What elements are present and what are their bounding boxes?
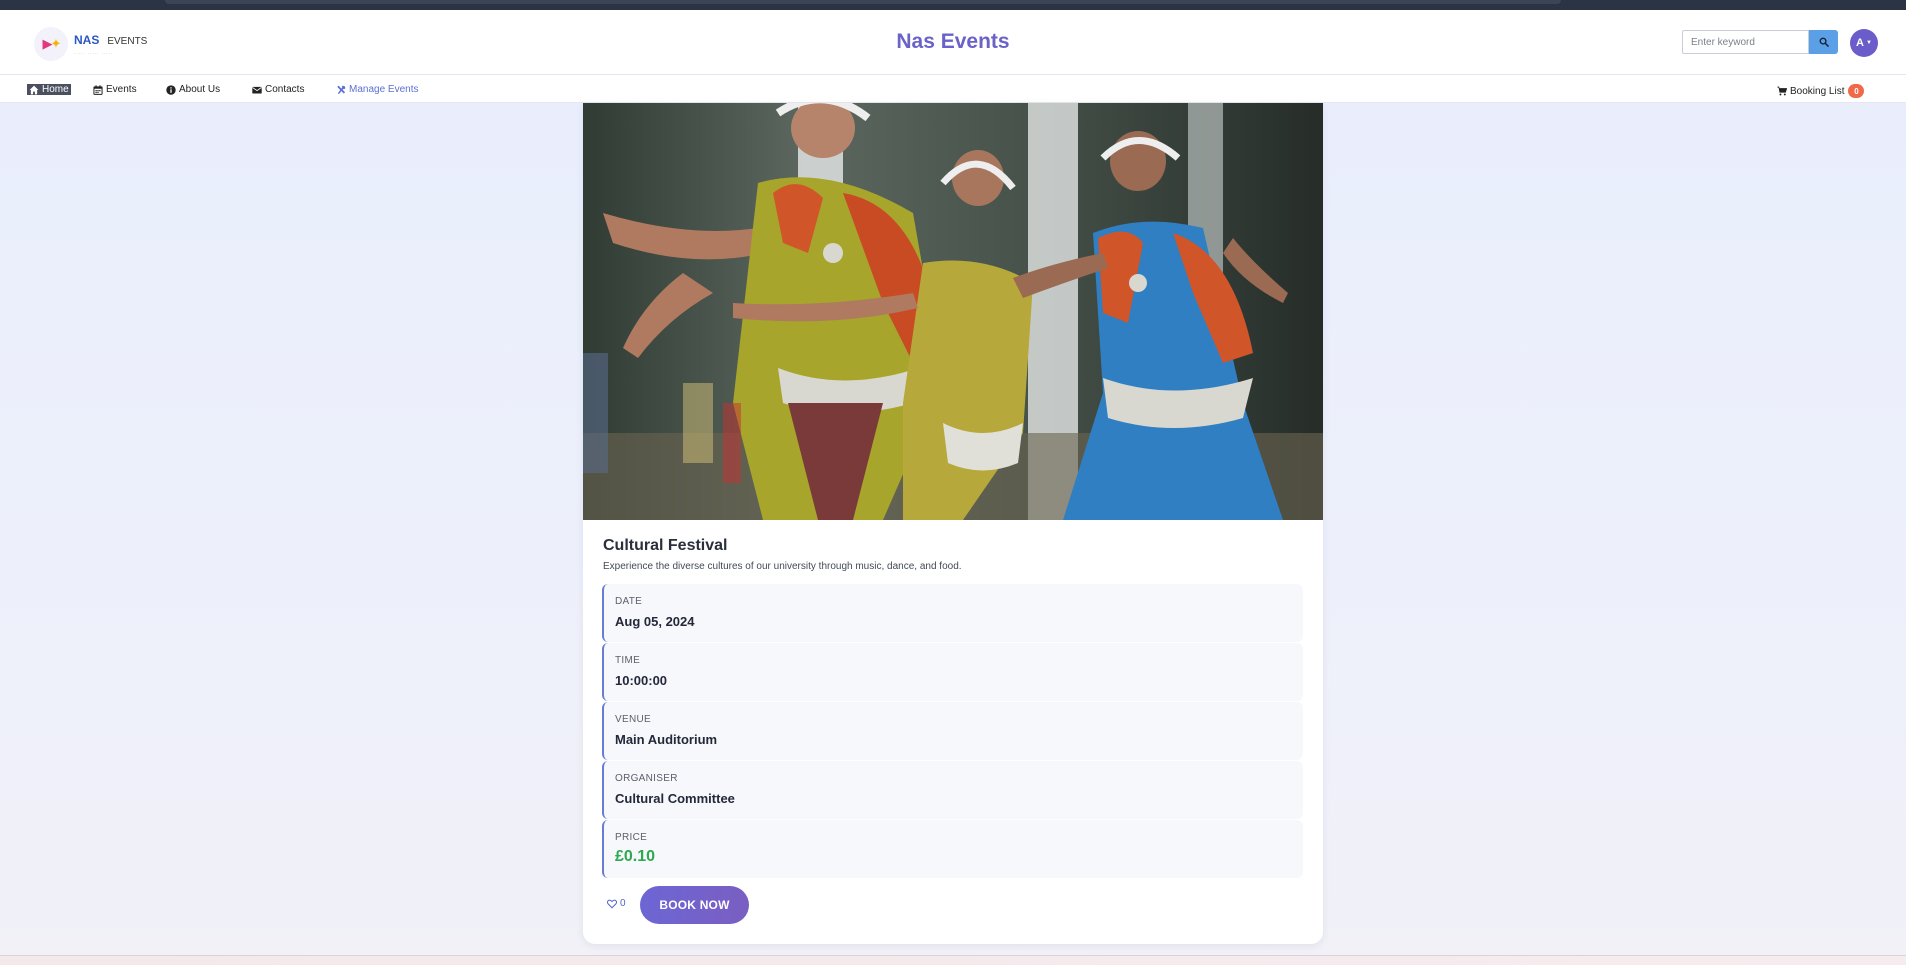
detail-venue: VENUE Main Auditorium [602, 702, 1303, 760]
book-now-button[interactable]: BOOK NOW [640, 886, 749, 924]
detail-organiser: ORGANISER Cultural Committee [602, 761, 1303, 819]
site-header: ▶ ✦ NAS EVENTS ····· ····· ····· Nas Even… [0, 10, 1906, 75]
heart-icon [607, 899, 617, 908]
main-nav: Home Events About Us Contacts Manage Eve… [0, 75, 1906, 103]
nav-manage-label: Manage Events [349, 84, 419, 95]
detail-time-value: 10:00:00 [615, 673, 668, 688]
detail-price: PRICE £0.10 [602, 820, 1303, 878]
search-form [1682, 30, 1838, 54]
event-description: Experience the diverse cultures of our u… [603, 561, 962, 572]
detail-date-value: Aug 05, 2024 [615, 614, 695, 629]
browser-top-strip [0, 0, 1906, 10]
like-count: 0 [620, 898, 626, 909]
info-icon [166, 84, 176, 95]
search-input[interactable] [1682, 30, 1809, 54]
detail-organiser-label: ORGANISER [615, 773, 678, 784]
nav-home-label: Home [42, 84, 69, 95]
nav-contacts[interactable]: Contacts [252, 84, 304, 95]
nav-manage-events[interactable]: Manage Events [336, 84, 419, 95]
nav-about-us[interactable]: About Us [166, 84, 220, 95]
search-icon [1819, 37, 1829, 47]
cart-icon [1777, 86, 1787, 96]
nav-events-label: Events [106, 84, 137, 95]
taskbar-strip [0, 955, 1906, 965]
detail-price-value: £0.10 [615, 848, 656, 865]
avatar-initial: A [1856, 37, 1864, 49]
like-button[interactable]: 0 [607, 898, 626, 909]
nav-contacts-label: Contacts [265, 84, 305, 95]
nav-events[interactable]: Events [93, 84, 137, 95]
tools-icon [337, 85, 346, 94]
nav-booking-label: Booking List [1790, 85, 1845, 97]
chevron-down-icon: ▼ [1866, 40, 1872, 46]
envelope-icon [252, 86, 262, 93]
detail-date-label: DATE [615, 596, 643, 607]
booking-count-badge: 0 [1848, 84, 1865, 98]
detail-venue-value: Main Auditorium [615, 732, 718, 747]
user-avatar-menu[interactable]: A ▼ [1850, 29, 1878, 57]
nav-booking-list[interactable]: Booking List 0 [1777, 84, 1865, 98]
detail-organiser-value: Cultural Committee [615, 791, 735, 806]
home-icon [29, 85, 39, 94]
detail-price-label: PRICE [615, 832, 648, 843]
event-title: Cultural Festival [603, 537, 728, 554]
detail-venue-label: VENUE [615, 714, 651, 725]
calendar-icon [93, 84, 103, 95]
detail-time-label: TIME [615, 655, 641, 666]
detail-date: DATE Aug 05, 2024 [602, 584, 1303, 642]
search-button[interactable] [1809, 30, 1838, 54]
event-image [583, 103, 1323, 520]
detail-time: TIME 10:00:00 [602, 643, 1303, 701]
nav-about-label: About Us [179, 84, 221, 95]
event-card: Cultural Festival Experience the diverse… [583, 103, 1323, 944]
page-title: Nas Events [896, 30, 1010, 53]
nav-home[interactable]: Home [27, 84, 71, 95]
